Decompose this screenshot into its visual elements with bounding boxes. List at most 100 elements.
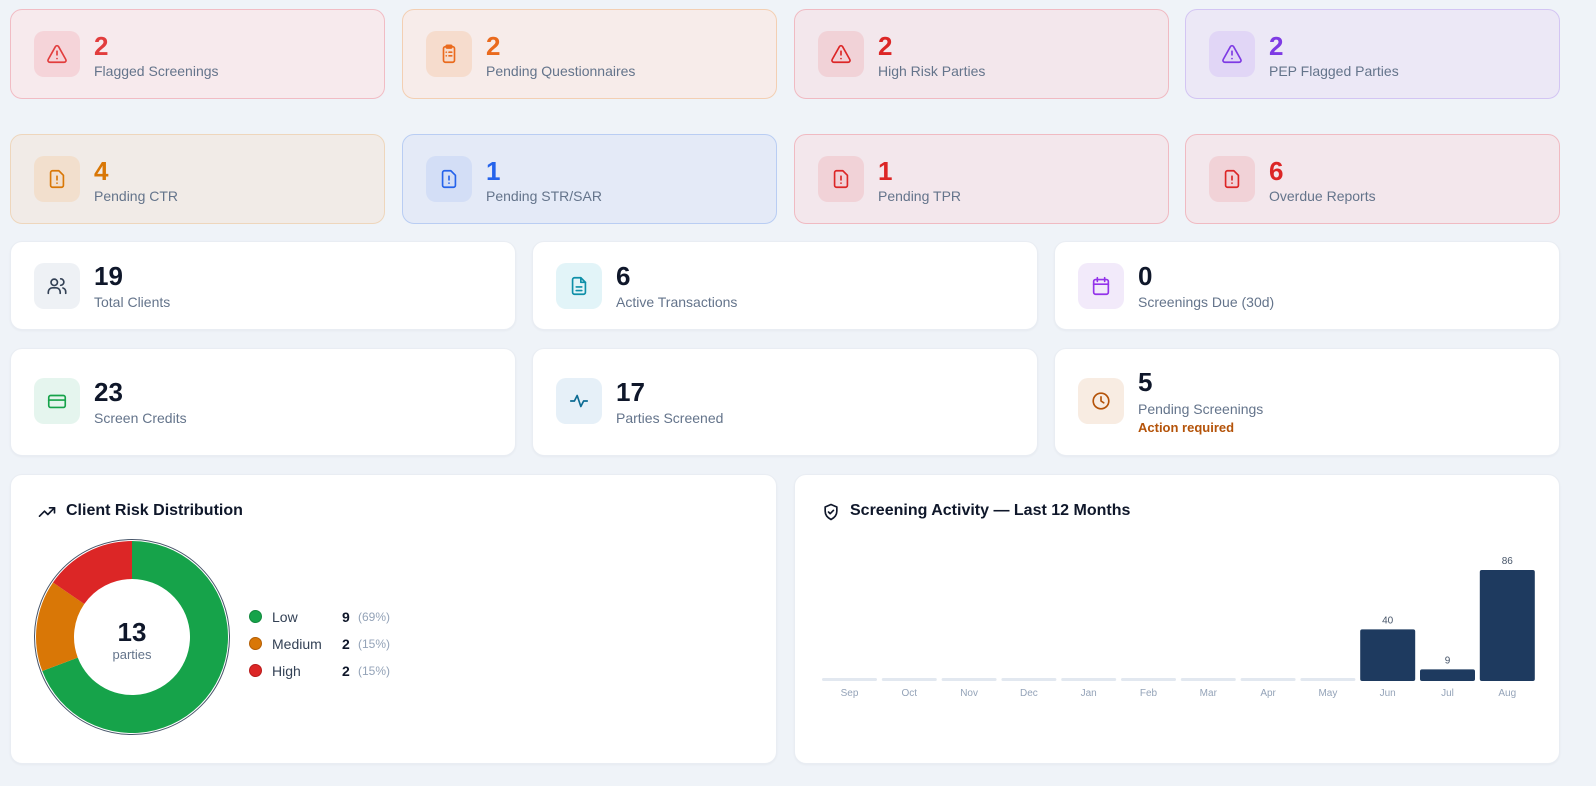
bar-jan [1061, 678, 1117, 681]
card-label: High Risk Parties [878, 63, 986, 79]
card-value: 5 [1138, 367, 1153, 397]
donut-total: 13 [117, 617, 147, 647]
calendar-icon [1078, 263, 1124, 309]
alert-triangle-icon [1209, 31, 1255, 77]
card-value: 4 [94, 156, 109, 186]
card-value: 23 [94, 377, 123, 407]
screening-activity-panel: Screening Activity — Last 12 Months Sep O… [794, 474, 1560, 764]
high-risk-parties-card[interactable]: 2 High Risk Parties [794, 9, 1169, 99]
alert-triangle-icon [34, 31, 80, 77]
trending-up-icon [38, 507, 56, 517]
card-label: Pending TPR [878, 188, 962, 204]
x-tick-label: Oct [902, 688, 918, 699]
active-transactions-card[interactable]: 6 Active Transactions [532, 241, 1038, 330]
bar-dec [1001, 678, 1057, 681]
legend-pct: (15%) [358, 636, 391, 651]
card-label: Screenings Due (30d) [1138, 294, 1275, 310]
file-alert-icon [34, 156, 80, 202]
legend-item-medium: Medium 2 (15%) [249, 630, 390, 657]
legend-dot [249, 664, 262, 677]
screenings-due-card[interactable]: 0 Screenings Due (30d) [1054, 241, 1560, 330]
panel-title: Client Risk Distribution [66, 502, 243, 519]
x-tick-label: Dec [1020, 688, 1038, 699]
x-tick-label: Sep [841, 688, 859, 699]
credit-card-icon [34, 378, 80, 424]
card-label: Pending CTR [94, 188, 179, 204]
screening-bar-chart: Sep Oct Nov Dec Jan Feb Mar Apr May 40 Jun 9 Jul 86 Au… [822, 556, 1535, 699]
card-label: Overdue Reports [1269, 188, 1376, 204]
bar-sep [822, 678, 877, 681]
x-tick-label: Jul [1441, 688, 1454, 699]
legend-item-low: Low 9 (69%) [249, 603, 390, 630]
legend-count: 2 [342, 662, 350, 679]
bar-feb [1121, 678, 1176, 681]
x-tick-label: Jan [1081, 688, 1097, 699]
bar-aug [1479, 570, 1535, 681]
bar-value-label: 86 [1502, 556, 1514, 567]
flagged-screenings-card[interactable]: 2 Flagged Screenings [10, 9, 385, 99]
file-alert-icon [818, 156, 864, 202]
card-label: Parties Screened [616, 410, 724, 426]
legend-name: Low [272, 608, 298, 625]
donut-total-label: parties [112, 647, 152, 662]
card-value: 6 [1269, 156, 1284, 186]
card-label: Screen Credits [94, 410, 187, 426]
x-tick-label: Nov [960, 688, 978, 699]
users-icon [34, 263, 80, 309]
pending-tpr-card[interactable]: 1 Pending TPR [794, 134, 1169, 224]
bar-value-label: 40 [1382, 615, 1394, 626]
x-tick-label: Apr [1260, 688, 1276, 699]
card-label: Pending STR/SAR [486, 188, 602, 204]
legend-dot [249, 637, 262, 650]
clock-icon [1078, 378, 1124, 424]
card-value: 2 [486, 31, 501, 61]
bar-value-label: 9 [1445, 655, 1451, 666]
card-value: 2 [1269, 31, 1284, 61]
bar-jun [1360, 629, 1416, 681]
alert-triangle-icon [818, 31, 864, 77]
card-value: 1 [486, 156, 501, 186]
bar-mar [1180, 678, 1236, 681]
shield-check-icon [824, 503, 838, 521]
card-value: 0 [1138, 261, 1153, 291]
pep-flagged-parties-card[interactable]: 2 PEP Flagged Parties [1185, 9, 1560, 99]
card-label: PEP Flagged Parties [1269, 63, 1399, 79]
document-icon [556, 263, 602, 309]
clipboard-list-icon [426, 31, 472, 77]
legend-pct: (15%) [358, 663, 391, 678]
card-label: Total Clients [94, 294, 171, 310]
bar-apr [1240, 678, 1296, 681]
card-label: Active Transactions [616, 294, 738, 310]
x-tick-label: Mar [1200, 688, 1218, 699]
card-label: Pending Screenings [1138, 401, 1264, 417]
legend-item-high: High 2 (15%) [249, 657, 390, 684]
legend-dot [249, 610, 262, 623]
legend-name: Medium [272, 635, 322, 652]
total-clients-card[interactable]: 19 Total Clients [10, 241, 516, 330]
pending-questionnaires-card[interactable]: 2 Pending Questionnaires [402, 9, 777, 99]
parties-screened-card[interactable]: 17 Parties Screened [532, 348, 1038, 456]
pending-screenings-card[interactable]: 5 Pending Screenings Action required [1054, 348, 1560, 456]
pending-ctr-card[interactable]: 4 Pending CTR [10, 134, 385, 224]
bar-nov [941, 678, 997, 681]
card-label: Pending Questionnaires [486, 63, 636, 79]
legend-count: 2 [342, 635, 350, 652]
x-tick-label: Feb [1140, 688, 1158, 699]
panel-title: Screening Activity — Last 12 Months [850, 502, 1131, 519]
donut-center: 13 parties [92, 618, 172, 664]
bar-may [1300, 678, 1356, 681]
pending-str-sar-card[interactable]: 1 Pending STR/SAR [402, 134, 777, 224]
x-tick-label: Jun [1380, 688, 1396, 699]
legend-pct: (69%) [358, 609, 391, 624]
card-value: 19 [94, 261, 123, 291]
x-tick-label: May [1318, 688, 1337, 699]
overdue-reports-card[interactable]: 6 Overdue Reports [1185, 134, 1560, 224]
card-value: 6 [616, 261, 631, 291]
card-value: 1 [878, 156, 893, 186]
x-tick-label: Aug [1498, 688, 1516, 699]
card-value: 2 [878, 31, 893, 61]
file-alert-icon [1209, 156, 1255, 202]
card-value: 2 [94, 31, 109, 61]
screen-credits-card[interactable]: 23 Screen Credits [10, 348, 516, 456]
bar-jul [1420, 669, 1475, 681]
